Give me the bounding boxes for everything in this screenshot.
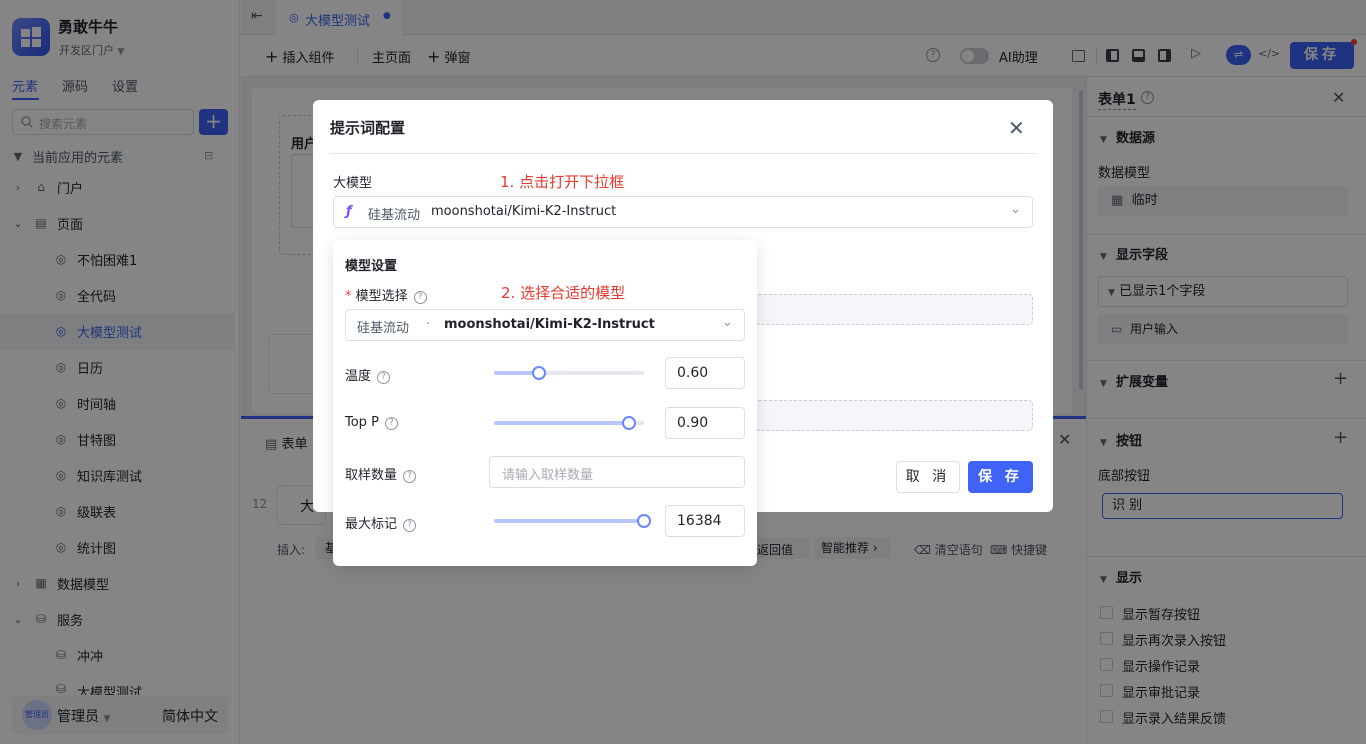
temperature-slider-thumb[interactable] <box>532 366 546 380</box>
popover-title: 模型设置 <box>345 259 398 274</box>
chevron-down-icon: ⌄ <box>722 315 733 330</box>
help-icon[interactable]: ? <box>403 519 417 532</box>
cancel-button[interactable]: 取 消 <box>896 461 960 493</box>
chevron-down-icon: ⌄ <box>1010 202 1021 217</box>
maxtokens-slider-thumb[interactable] <box>637 514 651 528</box>
topp-input[interactable]: 0.90 <box>665 407 745 439</box>
help-icon[interactable]: ? <box>413 291 427 304</box>
model-choice-select[interactable]: 硅基流动 · moonshotai/Kimi-K2-Instruct ⌄ <box>345 309 745 341</box>
prompt-dropzone[interactable] <box>755 400 1033 431</box>
required-mark: * <box>345 289 352 304</box>
temperature-label: 温度? <box>345 365 391 384</box>
model-select-label: * 模型选择? <box>345 285 427 304</box>
dialog-title: 提示词配置 <box>330 119 406 137</box>
prompt-dropzone[interactable] <box>755 294 1033 325</box>
annotation-step2: 2. 选择合适的模型 <box>501 284 626 302</box>
maxtokens-slider[interactable] <box>494 514 651 528</box>
temperature-slider[interactable] <box>494 366 644 380</box>
samples-input[interactable]: 请输入取样数量 <box>489 456 745 488</box>
help-icon[interactable]: ? <box>403 470 417 483</box>
maxtokens-input[interactable]: 16384 <box>665 505 745 537</box>
maxtokens-label: 最大标记? <box>345 513 417 532</box>
model-select[interactable]: ƒ 硅基流动 moonshotai/Kimi-K2-Instruct ⌄ <box>333 196 1033 228</box>
annotation-step1: 1. 点击打开下拉框 <box>500 173 625 191</box>
topp-slider-thumb[interactable] <box>622 416 636 430</box>
model-label: 大模型 <box>333 176 373 191</box>
maxtokens-slider-fill <box>494 519 644 523</box>
close-icon[interactable]: ✕ <box>1008 116 1025 140</box>
temperature-input[interactable]: 0.60 <box>665 357 745 389</box>
divider <box>330 153 1036 154</box>
help-icon[interactable]: ? <box>384 417 398 430</box>
help-icon[interactable]: ? <box>377 371 391 384</box>
siliconflow-logo-icon: ƒ <box>346 204 352 219</box>
topp-label: Top P? <box>345 415 398 430</box>
dialog-save-button[interactable]: 保 存 <box>968 461 1033 493</box>
topp-slider[interactable] <box>494 416 644 430</box>
samples-label: 取样数量? <box>345 464 417 483</box>
topp-slider-fill <box>494 421 629 425</box>
